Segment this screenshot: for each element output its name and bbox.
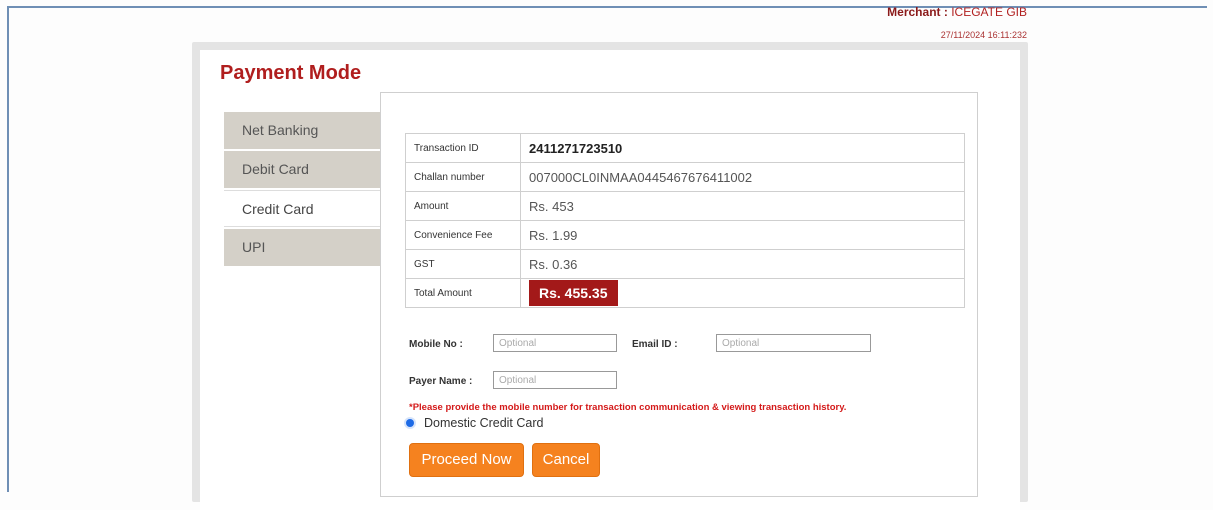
mobile-notice: *Please provide the mobile number for tr…: [409, 402, 847, 413]
merchant-label: Merchant :: [887, 5, 948, 19]
merchant-name: ICEGATE GIB: [951, 5, 1027, 19]
table-row: Amount Rs. 453: [405, 191, 965, 221]
payer-name-input[interactable]: [493, 371, 617, 389]
table-row: Total Amount Rs. 455.35: [405, 278, 965, 308]
transaction-id-label: Transaction ID: [405, 133, 521, 163]
challan-number-label: Challan number: [405, 162, 521, 192]
page-title: Payment Mode: [220, 62, 362, 84]
tab-net-banking[interactable]: Net Banking: [224, 112, 380, 149]
total-amount-badge: Rs. 455.35: [529, 280, 618, 306]
credit-card-panel: Transaction ID 2411271723510 Challan num…: [380, 92, 978, 497]
total-amount-cell: Rs. 455.35: [520, 278, 965, 308]
email-label: Email ID :: [632, 339, 678, 350]
tab-upi[interactable]: UPI: [224, 229, 380, 266]
transaction-id-value: 2411271723510: [520, 133, 965, 163]
total-amount-label: Total Amount: [405, 278, 521, 308]
payer-name-label: Payer Name :: [409, 376, 473, 387]
domestic-credit-card-option[interactable]: Domestic Credit Card: [406, 416, 543, 430]
amount-label: Amount: [405, 191, 521, 221]
table-row: Convenience Fee Rs. 1.99: [405, 220, 965, 250]
challan-number-value: 007000CL0INMAA0445467676411002: [520, 162, 965, 192]
convenience-fee-value: Rs. 1.99: [520, 220, 965, 250]
mobile-label: Mobile No :: [409, 339, 463, 350]
table-row: Challan number 007000CL0INMAA04454676764…: [405, 162, 965, 192]
merchant-info: Merchant : ICEGATE GIB: [887, 5, 1027, 19]
payment-mode-tabs: Net Banking Debit Card Credit Card UPI: [224, 112, 382, 268]
cancel-button[interactable]: Cancel: [532, 443, 600, 477]
email-input[interactable]: [716, 334, 871, 352]
radio-label: Domestic Credit Card: [424, 416, 544, 430]
gst-label: GST: [405, 249, 521, 279]
amount-value: Rs. 453: [520, 191, 965, 221]
table-row: Transaction ID 2411271723510: [405, 133, 965, 163]
table-row: GST Rs. 0.36: [405, 249, 965, 279]
radio-selected-icon[interactable]: [406, 419, 414, 427]
tab-debit-card[interactable]: Debit Card: [224, 151, 380, 188]
mobile-input[interactable]: [493, 334, 617, 352]
tab-credit-card[interactable]: Credit Card: [224, 190, 382, 227]
transaction-table: Transaction ID 2411271723510 Challan num…: [405, 133, 965, 308]
gst-value: Rs. 0.36: [520, 249, 965, 279]
timestamp: 27/11/2024 16:11:232: [940, 30, 1027, 40]
proceed-now-button[interactable]: Proceed Now: [409, 443, 524, 477]
convenience-fee-label: Convenience Fee: [405, 220, 521, 250]
